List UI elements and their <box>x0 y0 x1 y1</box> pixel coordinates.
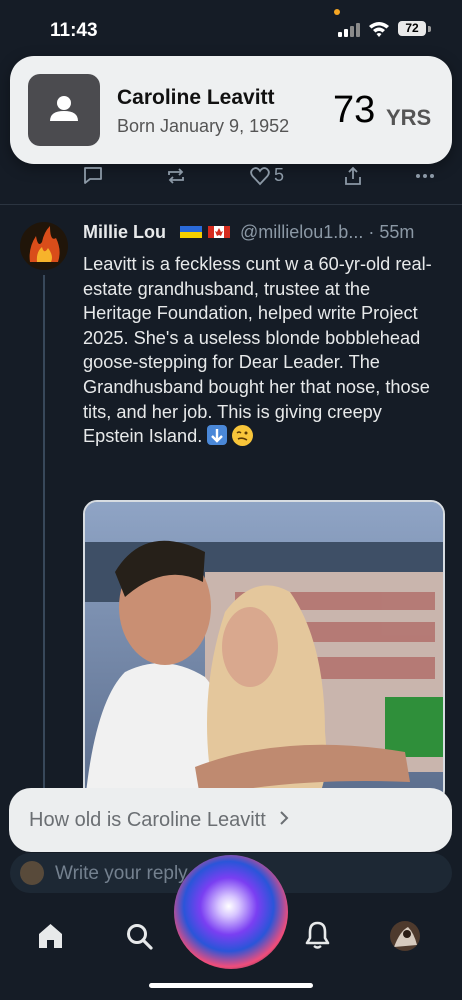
post-text: Leavitt is a feckless cunt w a 60-yr-old… <box>83 252 433 449</box>
siri-suggestion-button[interactable]: How old is Caroline Leavitt <box>9 788 452 852</box>
birth-date: Born January 9, 1952 <box>117 116 290 136</box>
battery-tip <box>428 26 431 32</box>
contact-placeholder-icon <box>28 74 100 146</box>
status-bar: 11:43 72 <box>0 0 462 56</box>
repost-icon[interactable] <box>165 165 187 187</box>
recording-dot-icon <box>334 9 340 15</box>
post-body: Leavitt is a feckless cunt w a 60-yr-old… <box>83 254 432 447</box>
age-value: 73 <box>333 89 376 131</box>
down-arrow-emoji-icon <box>207 425 228 446</box>
siri-answer-card[interactable]: Caroline Leavitt Born January 9, 1952 73… <box>10 56 452 164</box>
siri-suggestion-label: How old is Caroline Leavitt <box>29 809 266 831</box>
reply-icon[interactable] <box>82 165 104 187</box>
reply-user-avatar <box>20 861 44 885</box>
woozy-face-emoji-icon <box>232 425 254 447</box>
author-avatar[interactable] <box>20 222 68 270</box>
home-icon[interactable] <box>36 922 65 950</box>
author-name[interactable]: Millie Lou <box>83 222 166 243</box>
cellular-signal-icon <box>338 23 362 37</box>
post-photo[interactable] <box>83 500 445 804</box>
search-icon[interactable] <box>125 922 154 951</box>
home-indicator[interactable] <box>149 983 313 988</box>
age-unit: YRS <box>386 105 432 130</box>
share-icon[interactable] <box>342 165 364 187</box>
flag-icons <box>180 226 230 238</box>
siri-orb-icon[interactable] <box>174 855 288 969</box>
wifi-icon <box>369 22 389 37</box>
more-options-icon[interactable] <box>414 165 436 187</box>
thread-line <box>43 275 45 795</box>
author-handle[interactable]: @millielou1.b... · 55m <box>240 222 414 243</box>
chevron-right-icon <box>279 809 289 832</box>
reply-input[interactable]: Write your reply... <box>55 863 202 885</box>
like-icon[interactable] <box>249 165 271 187</box>
like-count: 5 <box>274 165 285 185</box>
profile-avatar[interactable] <box>390 921 420 951</box>
previous-post-actions: 5 <box>0 162 462 190</box>
battery-indicator: 72 <box>398 21 426 36</box>
post-divider <box>0 204 462 205</box>
status-time: 11:43 <box>50 20 98 41</box>
person-name: Caroline Leavitt <box>117 86 275 109</box>
notifications-icon[interactable] <box>304 920 331 950</box>
siri-suggestion-text: How old is Caroline Leavitt <box>29 809 289 832</box>
